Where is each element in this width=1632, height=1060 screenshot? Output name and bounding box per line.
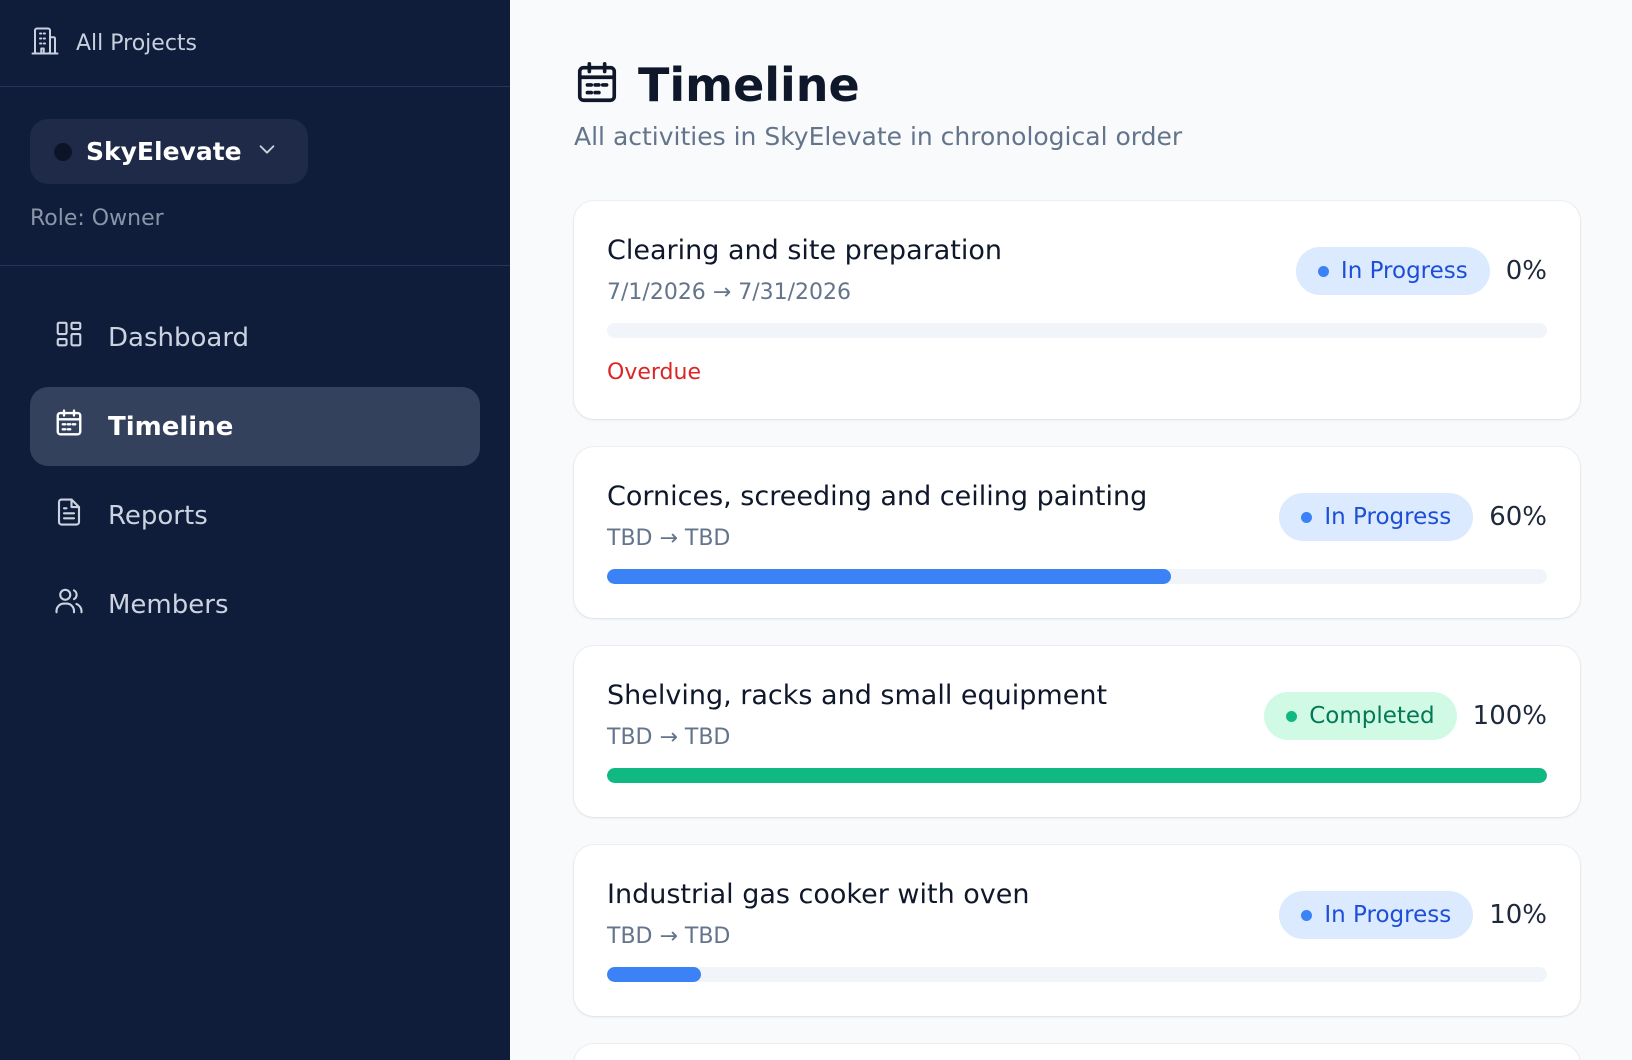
progress-percent: 60% [1489, 502, 1547, 532]
document-icon [54, 497, 84, 534]
nav-item-dashboard[interactable]: Dashboard [30, 298, 480, 377]
user-role: Role: Owner [30, 206, 164, 231]
calendar-icon [54, 408, 84, 445]
progress-bar [607, 323, 1547, 338]
activity-card[interactable] [574, 1044, 1580, 1060]
status-label: In Progress [1324, 504, 1452, 530]
project-color-dot [54, 142, 72, 161]
activity-card-header: Industrial gas cooker with oven TBD → TB… [607, 879, 1547, 949]
project-switcher-button[interactable]: SkyElevate [30, 119, 308, 184]
activity-card-header: Cornices, screeding and ceiling painting… [607, 481, 1547, 551]
progress-bar-fill [607, 768, 1547, 783]
all-projects-label: All Projects [76, 30, 197, 56]
progress-bar [607, 768, 1547, 783]
activity-info: Industrial gas cooker with oven TBD → TB… [607, 879, 1029, 949]
status-badge: In Progress [1279, 891, 1474, 939]
activity-status-group: In Progress 60% [1279, 493, 1547, 541]
activity-card[interactable]: Shelving, racks and small equipment TBD … [574, 646, 1580, 817]
activity-dates: TBD → TBD [607, 725, 731, 750]
activity-dates: TBD → TBD [607, 526, 731, 551]
nav-item-members[interactable]: Members [30, 565, 480, 644]
status-dot [1317, 265, 1329, 277]
nav-item-timeline[interactable]: Timeline [30, 387, 480, 466]
building-icon [30, 25, 60, 61]
progress-percent: 0% [1505, 256, 1547, 286]
activity-info: Shelving, racks and small equipment TBD … [607, 680, 1107, 750]
sidebar-nav: Dashboard Timeline Reports Members [0, 266, 510, 676]
status-label: Completed [1309, 703, 1435, 729]
app-root: All Projects SkyElevate Role: Owner Dash… [0, 0, 1632, 1060]
status-badge: Completed [1264, 692, 1457, 740]
activity-info: Cornices, screeding and ceiling painting… [607, 481, 1147, 551]
status-label: In Progress [1324, 902, 1452, 928]
activity-dates: 7/1/2026 → 7/31/2026 [607, 280, 852, 305]
project-switcher-section: SkyElevate Role: Owner [0, 87, 510, 266]
users-icon [54, 586, 84, 623]
all-projects-link[interactable]: All Projects [0, 0, 510, 87]
progress-bar [607, 967, 1547, 982]
progress-percent: 100% [1472, 701, 1547, 731]
nav-label-dashboard: Dashboard [108, 322, 250, 353]
page-header: Timeline [574, 58, 1632, 112]
overdue-label: Overdue [607, 360, 701, 385]
progress-percent: 10% [1489, 900, 1547, 930]
activity-name: Industrial gas cooker with oven [607, 879, 1030, 910]
page-title: Timeline [638, 58, 860, 112]
activity-dates: TBD → TBD [607, 924, 731, 949]
project-name: SkyElevate [86, 137, 242, 166]
status-badge: In Progress [1279, 493, 1474, 541]
activity-status-group: In Progress 10% [1279, 891, 1547, 939]
chevron-down-icon [256, 137, 278, 166]
activity-info: Clearing and site preparation 7/1/2026 →… [607, 235, 1002, 305]
activity-name: Cornices, screeding and ceiling painting [607, 481, 1148, 512]
nav-item-reports[interactable]: Reports [30, 476, 480, 555]
activity-card[interactable]: Industrial gas cooker with oven TBD → TB… [574, 845, 1580, 1016]
dashboard-icon [54, 319, 84, 356]
progress-bar [607, 569, 1547, 584]
status-dot [1301, 909, 1313, 921]
activity-card-header: Shelving, racks and small equipment TBD … [607, 680, 1547, 750]
activity-list: Clearing and site preparation 7/1/2026 →… [574, 201, 1580, 1060]
progress-bar-fill [607, 967, 701, 982]
activity-status-group: Completed 100% [1264, 692, 1547, 740]
activity-card[interactable]: Cornices, screeding and ceiling painting… [574, 447, 1580, 618]
activity-card-header: Clearing and site preparation 7/1/2026 →… [607, 235, 1547, 305]
activity-name: Clearing and site preparation [607, 235, 1002, 266]
activity-name: Shelving, racks and small equipment [607, 680, 1108, 711]
nav-label-reports: Reports [108, 500, 208, 531]
sidebar: All Projects SkyElevate Role: Owner Dash… [0, 0, 510, 1060]
progress-bar-fill [607, 569, 1171, 584]
page-subtitle: All activities in SkyElevate in chronolo… [574, 122, 1183, 151]
status-dot [1301, 511, 1313, 523]
activity-status-group: In Progress 0% [1295, 247, 1547, 295]
status-badge: In Progress [1295, 247, 1490, 295]
activity-card[interactable]: Clearing and site preparation 7/1/2026 →… [574, 201, 1580, 419]
status-dot [1286, 710, 1298, 722]
main-content: Timeline All activities in SkyElevate in… [510, 0, 1632, 1060]
status-label: In Progress [1340, 258, 1468, 284]
calendar-icon [574, 60, 620, 110]
nav-label-members: Members [108, 589, 229, 620]
nav-label-timeline: Timeline [108, 411, 234, 442]
